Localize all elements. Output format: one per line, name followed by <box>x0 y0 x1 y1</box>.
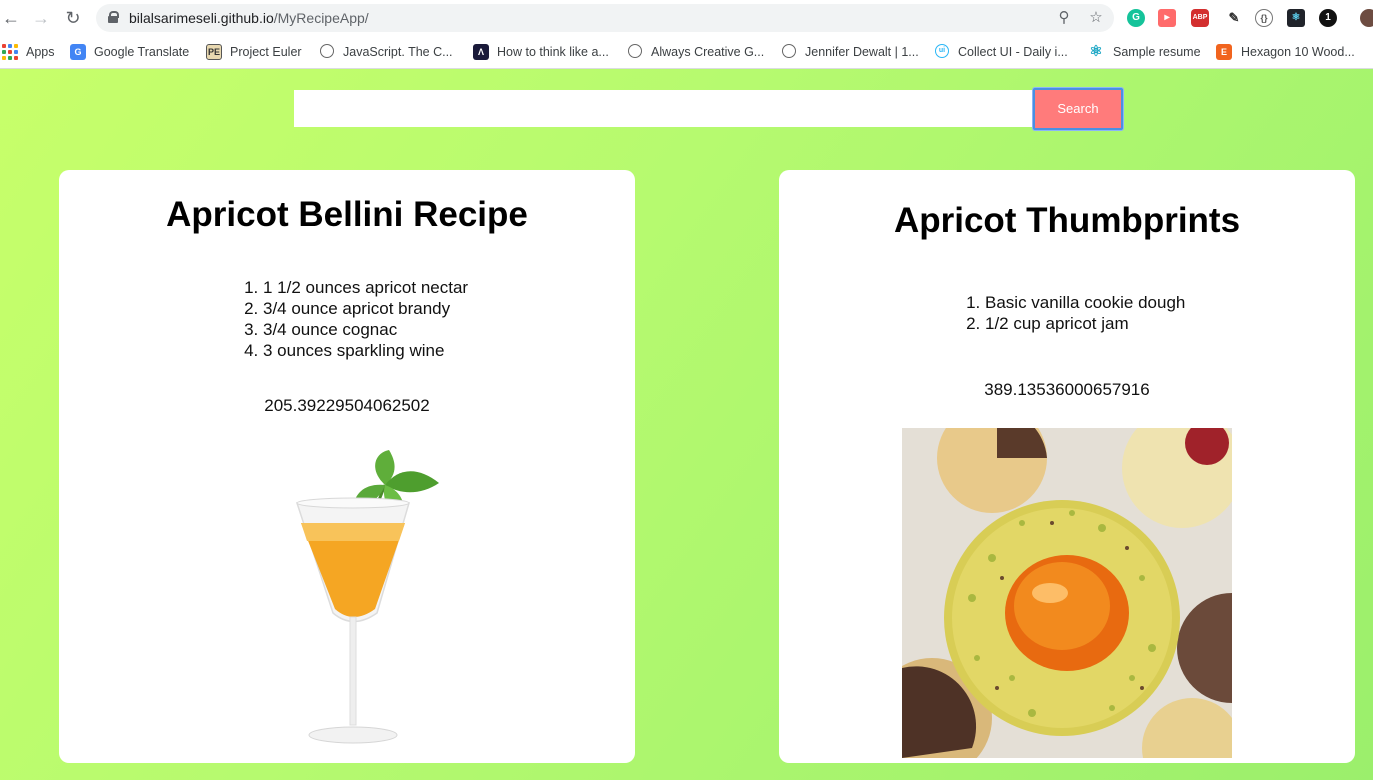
bookmark-javascript[interactable]: JavaScript. The C... <box>320 44 460 60</box>
globe-icon <box>782 44 796 58</box>
recipe-image-thumbprints <box>902 428 1232 758</box>
bookmark-project-euler[interactable]: PE Project Euler <box>206 44 306 60</box>
grammarly-icon[interactable]: G <box>1127 9 1145 27</box>
ingredient-item: 1 1/2 ounces apricot nectar <box>263 277 468 298</box>
page-content: Search Apricot Bellini Recipe 1 1/2 ounc… <box>0 69 1373 780</box>
bookmark-apps[interactable]: Apps <box>2 44 62 60</box>
address-bar[interactable]: bilalsarimeseli.github.io/MyRecipeApp/ ⚲… <box>96 4 1114 32</box>
calories-value: 205.39229504062502 <box>264 396 430 415</box>
ingredient-item: 1/2 cup apricot jam <box>985 313 1185 334</box>
globe-icon <box>628 44 642 58</box>
recipe-card: Apricot Bellini Recipe 1 1/2 ounces apri… <box>59 170 635 763</box>
ingredient-list: Basic vanilla cookie dough 1/2 cup apric… <box>961 292 1185 334</box>
book-icon: Λ <box>473 44 489 60</box>
ingredient-item: 3 ounces sparkling wine <box>263 340 468 361</box>
etsy-icon: E <box>1216 44 1232 60</box>
url-text: bilalsarimeseli.github.io/MyRecipeApp/ <box>129 10 369 26</box>
bookmark-always-creative[interactable]: Always Creative G... <box>628 44 768 60</box>
recipe-title: Apricot Thumbprints <box>893 201 1241 240</box>
bookmark-collect-ui[interactable]: ui Collect UI - Daily i... <box>935 44 1075 60</box>
calories-value: 389.13536000657916 <box>984 380 1150 399</box>
recipe-card: Apricot Thumbprints Basic vanilla cookie… <box>779 170 1355 763</box>
star-icon[interactable]: ☆ <box>1087 9 1105 27</box>
bookmark-google-translate[interactable]: G Google Translate <box>70 44 195 60</box>
ingredient-item: Basic vanilla cookie dough <box>985 292 1185 313</box>
google-translate-icon: G <box>70 44 86 60</box>
ingredient-item: 3/4 ounce cognac <box>263 319 468 340</box>
recipe-title: Apricot Bellini Recipe <box>166 195 528 234</box>
onepassword-icon[interactable]: 1 <box>1319 9 1337 27</box>
zoom-icon[interactable]: ⚲ <box>1055 9 1073 27</box>
collect-ui-icon: ui <box>935 44 949 58</box>
bookmark-how-to-think[interactable]: Λ How to think like a... <box>473 44 618 60</box>
bookmark-sample-resume[interactable]: ⚛ Sample resume <box>1088 44 1203 60</box>
ingredient-list: 1 1/2 ounces apricot nectar 3/4 ounce ap… <box>239 277 468 361</box>
search-input[interactable] <box>294 90 1034 127</box>
bookmark-hexagon[interactable]: E Hexagon 10 Wood... <box>1216 44 1361 60</box>
ingredient-item: 3/4 ounce apricot brandy <box>263 298 468 319</box>
apps-grid-icon <box>2 44 18 60</box>
reload-icon[interactable]: ↻ <box>62 7 84 29</box>
bookmark-jennifer-dewalt[interactable]: Jennifer Dewalt | 1... <box>782 44 922 60</box>
back-arrow-icon[interactable]: ← <box>0 7 22 29</box>
recipe-image-bellini <box>295 450 439 744</box>
search-button[interactable]: Search <box>1033 88 1123 130</box>
code-icon[interactable]: {} <box>1255 9 1273 27</box>
eyedropper-icon[interactable]: ✎ <box>1225 9 1243 27</box>
react-icon: ⚛ <box>1088 43 1104 60</box>
lock-icon <box>108 11 119 23</box>
forward-arrow-icon[interactable]: → <box>30 7 52 29</box>
bookmarks-bar: Apps G Google Translate PE Project Euler… <box>0 36 1373 69</box>
project-euler-icon: PE <box>206 44 222 60</box>
browser-toolbar: ← → ↻ bilalsarimeseli.github.io/MyRecipe… <box>0 0 1373 36</box>
extension-arrow-icon[interactable]: ▸ <box>1158 9 1176 27</box>
globe-icon <box>320 44 334 58</box>
avatar[interactable] <box>1360 9 1373 27</box>
react-devtools-icon[interactable]: ⚛ <box>1287 9 1305 27</box>
adblock-icon[interactable]: ABP <box>1191 9 1209 27</box>
